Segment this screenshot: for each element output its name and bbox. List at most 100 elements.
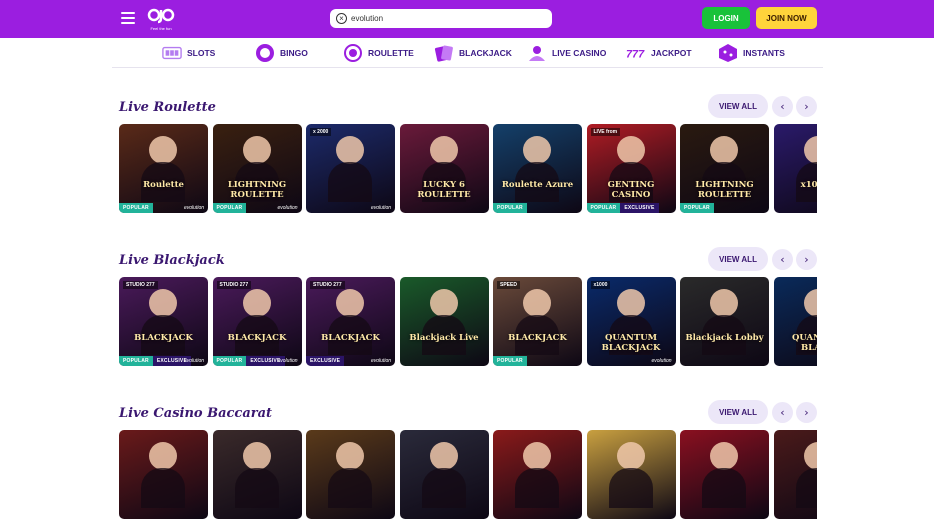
badge-group: POPULAR [493, 356, 527, 366]
prev-arrow-icon[interactable]: ‹ [772, 96, 793, 117]
search-input[interactable] [351, 14, 541, 23]
dealer-image [523, 442, 551, 470]
dealer-image [149, 136, 177, 164]
popular-badge: POPULAR [586, 203, 621, 213]
ojo-logo[interactable]: Feel the fun [146, 3, 176, 33]
game-tile[interactable] [586, 430, 676, 519]
game-tile[interactable]: Roulette POPULAR evolution [119, 124, 208, 213]
tile-tag: STUDIO 277 [123, 281, 158, 289]
prev-arrow-icon[interactable]: ‹ [772, 402, 793, 423]
game-tile[interactable] [493, 430, 582, 519]
nav-item-instants[interactable]: INSTANTS [718, 42, 785, 64]
game-tile[interactable]: STUDIO 277 BLACKJACK POPULAR EXCLUSIVE evolu… [119, 277, 208, 366]
provider-logo: evolution [183, 358, 204, 364]
popular-badge: POPULAR [680, 203, 714, 213]
game-tile[interactable] [680, 430, 769, 519]
game-tile[interactable] [119, 430, 208, 519]
clear-search-icon[interactable]: × [336, 13, 347, 24]
next-arrow-icon[interactable]: › [796, 402, 817, 423]
view-all-button[interactable]: VIEW ALL [708, 400, 768, 424]
dealer-image [336, 136, 364, 164]
provider-logo: evolution [651, 358, 672, 364]
game-title: Blackjack Lobby [685, 333, 764, 343]
svg-text:777: 777 [626, 49, 645, 60]
game-tile[interactable] [212, 430, 302, 519]
dealer-image [234, 468, 279, 508]
game-title: Blackjack Live [409, 333, 479, 343]
nav-label: LIVE CASINO [552, 48, 607, 58]
tile-tag: LIVE from [590, 128, 621, 136]
badge-group: POPULAR [212, 203, 247, 213]
game-title: BLACKJACK [134, 333, 193, 343]
dealer-image [616, 136, 645, 164]
game-title: LUCKY 6 ROULETTE [417, 180, 471, 200]
game-tile[interactable]: SPEED BLACKJACK POPULAR [493, 277, 582, 366]
badge-group: POPULAR [119, 203, 153, 213]
nav-item-slots[interactable]: SLOTS [162, 42, 215, 64]
game-tile[interactable]: Blackjack Lobby [680, 277, 769, 366]
tile-tag: x1000 [590, 281, 611, 289]
dealer-image [803, 289, 817, 317]
jackpot-icon: 777 [626, 43, 646, 63]
game-tile[interactable]: Roulette Azure POPULAR [493, 124, 582, 213]
game-carousel: Roulette POPULAR evolution LIGHTNING ROULET… [119, 124, 817, 214]
category-nav: SLOTS BINGO ROULETTE BLACKJACK LIVE CASI… [112, 38, 823, 68]
game-tile[interactable]: x10000 [773, 124, 817, 213]
nav-item-jackpot[interactable]: 777 JACKPOT [626, 42, 692, 64]
roulette-icon [343, 43, 363, 63]
section-title: Live Casino Baccarat [119, 406, 273, 421]
section-title: Live Roulette [119, 100, 216, 115]
nav-item-roulette[interactable]: ROULETTE [343, 42, 414, 64]
nav-label: JACKPOT [651, 48, 692, 58]
game-tile[interactable]: x 2000 evolution [306, 124, 395, 213]
game-tile[interactable] [306, 430, 395, 519]
join-now-button[interactable]: JOIN NOW [756, 7, 817, 29]
bingo-icon [255, 43, 275, 63]
provider-logo: evolution [277, 358, 298, 364]
game-title: BLACKJACK [508, 333, 567, 343]
badge-group: POPULAR EXCLUSIVE [212, 356, 285, 366]
game-tile[interactable]: STUDIO 277 BLACKJACK EXCLUSIVE evolution [306, 277, 395, 366]
dealer-image [710, 442, 738, 470]
menu-icon[interactable] [121, 12, 135, 24]
game-tile[interactable] [773, 430, 817, 519]
game-tile[interactable] [399, 430, 489, 519]
nav-item-bingo[interactable]: BINGO [255, 42, 308, 64]
game-title: QUANTUM BLACKJACK [601, 333, 661, 353]
dealer-image [795, 468, 817, 508]
game-tile[interactable]: STUDIO 277 BLACKJACK POPULAR EXCLUSIVE evolu… [212, 277, 302, 366]
dealer-image [242, 136, 271, 164]
nav-label: BINGO [280, 48, 308, 58]
game-tile[interactable]: Blackjack Live [399, 277, 489, 366]
game-title: BLACKJACK [321, 333, 380, 343]
game-tile[interactable]: QUANTUM BLACK [773, 277, 817, 366]
live-casino-icon [527, 43, 547, 63]
game-carousel: STUDIO 277 BLACKJACK POPULAR EXCLUSIVE evolu… [119, 277, 817, 367]
nav-label: SLOTS [187, 48, 216, 58]
next-arrow-icon[interactable]: › [796, 249, 817, 270]
prev-arrow-icon[interactable]: ‹ [772, 249, 793, 270]
next-arrow-icon[interactable]: › [796, 96, 817, 117]
game-tile[interactable]: x1000 QUANTUM BLACKJACK evolution [586, 277, 676, 366]
view-all-button[interactable]: VIEW ALL [708, 94, 768, 118]
instants-icon [718, 43, 738, 63]
game-title: LIGHTNING ROULETTE [695, 180, 754, 200]
game-tile[interactable]: LIGHTNING ROULETTE POPULAR evolution [212, 124, 302, 213]
login-button[interactable]: LOGIN [702, 7, 750, 29]
nav-label: BLACKJACK [459, 48, 512, 58]
badge-group: POPULAR EXCLUSIVE [119, 356, 191, 366]
dealer-image [523, 289, 551, 317]
badge-group: POPULAR [493, 203, 527, 213]
nav-item-live-casino[interactable]: LIVE CASINO [527, 42, 606, 64]
game-tile[interactable]: LIGHTNING ROULETTE POPULAR [680, 124, 769, 213]
game-tile[interactable]: LUCKY 6 ROULETTE [399, 124, 489, 213]
view-all-button[interactable]: VIEW ALL [708, 247, 768, 271]
dealer-image [515, 468, 559, 508]
game-title: Roulette [143, 180, 184, 190]
dealer-image [710, 136, 738, 164]
dealer-image [616, 289, 645, 317]
game-tile[interactable]: LIVE from GENTING CASINO POPULAR EXCLUSIVE [586, 124, 676, 213]
nav-item-blackjack[interactable]: BLACKJACK [434, 42, 512, 64]
exclusive-badge: EXCLUSIVE [620, 203, 659, 213]
dealer-image [242, 442, 271, 470]
